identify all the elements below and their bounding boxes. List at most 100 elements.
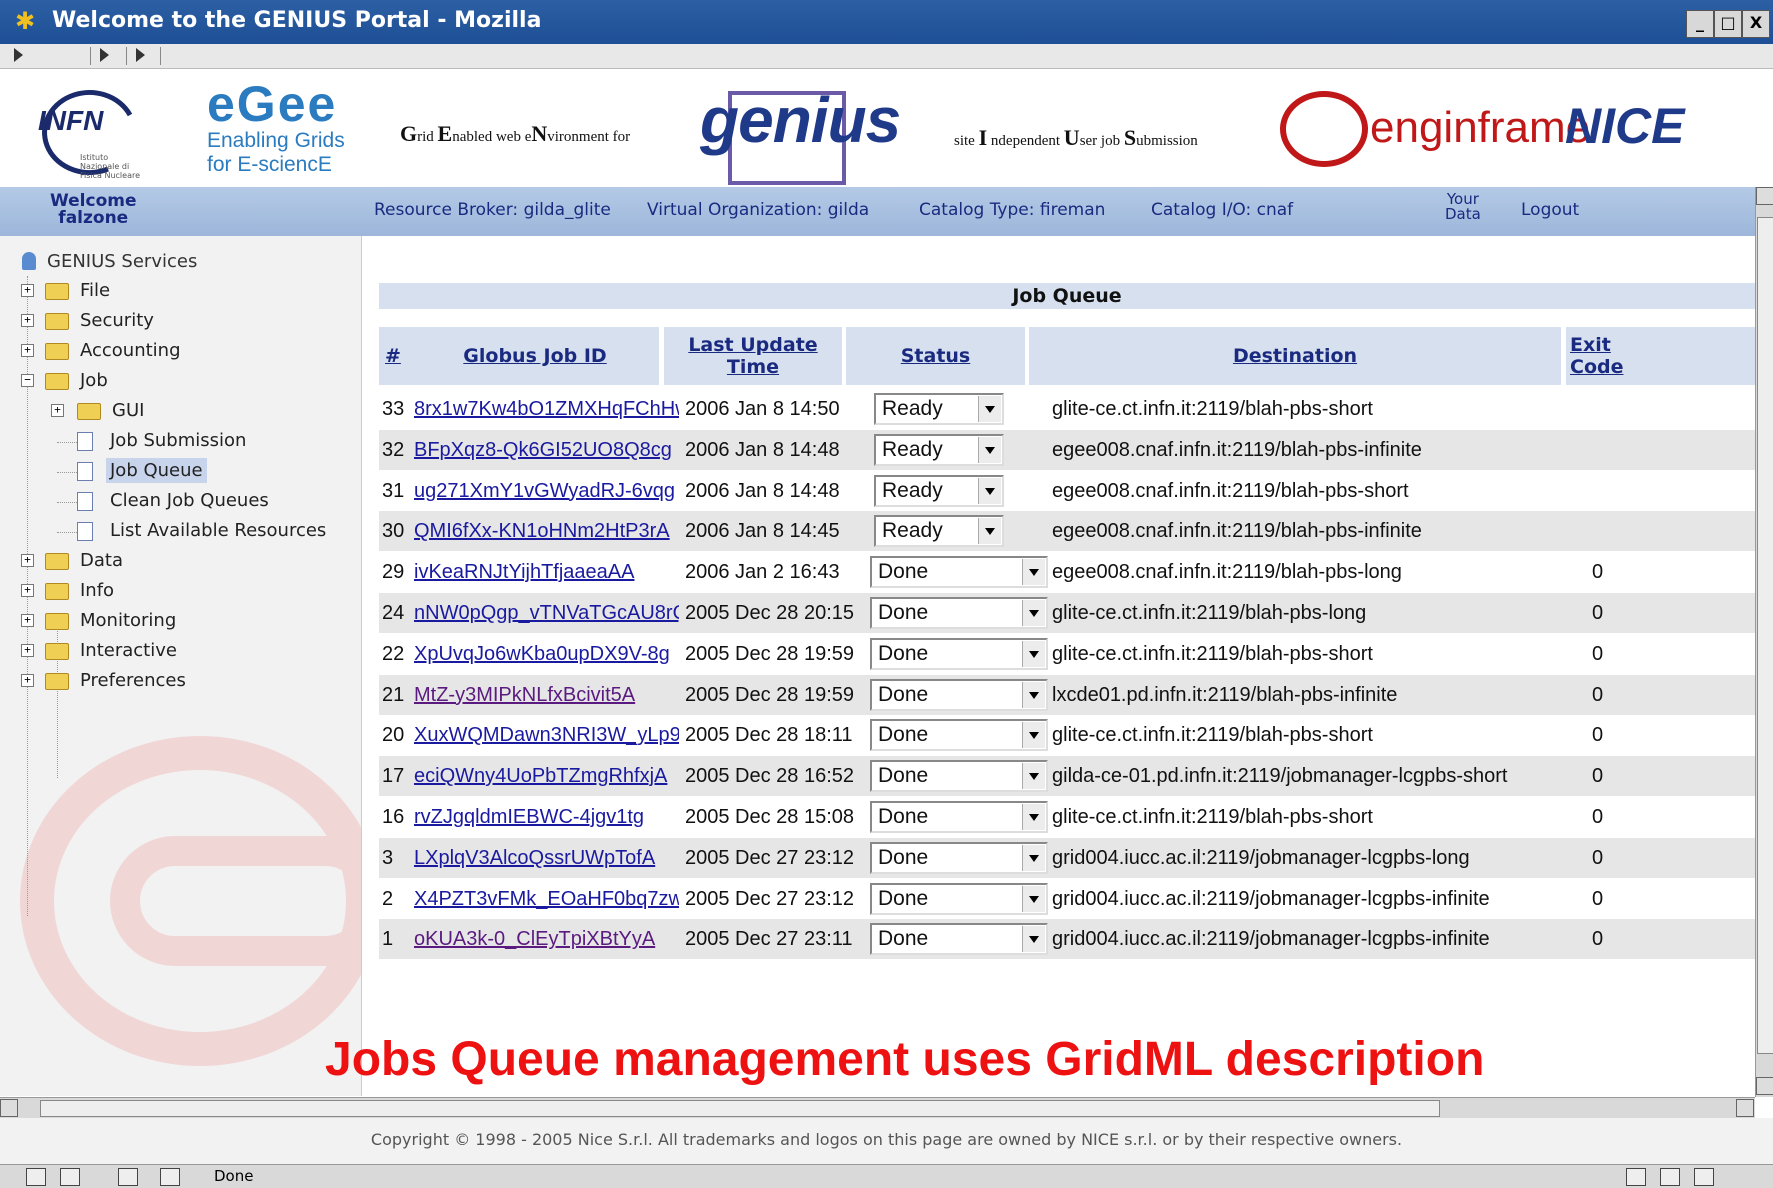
tree-item-accounting[interactable]: Accounting (80, 340, 181, 361)
address-book-icon[interactable] (160, 1168, 180, 1186)
maximize-button[interactable]: □ (1714, 10, 1742, 38)
column-header-status[interactable]: Status (846, 327, 1025, 385)
expand-icon[interactable]: + (21, 644, 34, 657)
tree-item-job-queue[interactable]: Job Queue (106, 458, 207, 483)
status-select[interactable]: Ready (874, 474, 1004, 507)
toolbar-collapse-icon[interactable] (136, 48, 145, 62)
job-id-link[interactable]: oKUA3k-0_ClEyTpiXBtYyA (414, 919, 679, 959)
close-button[interactable]: X (1742, 10, 1770, 38)
expand-icon[interactable]: + (21, 284, 34, 297)
status-select[interactable]: Done (870, 760, 1048, 793)
tree-item-file[interactable]: File (80, 280, 110, 301)
job-id-link[interactable]: nNW0pQgp_vTNVaTGcAU8rQ (414, 593, 679, 633)
chevron-down-icon[interactable] (1022, 804, 1045, 830)
scroll-down-icon[interactable] (1756, 1077, 1773, 1095)
column-header-last-update[interactable]: Last Update Time (664, 327, 842, 385)
tree-item-job-submission[interactable]: Job Submission (110, 430, 246, 451)
last-update-time: 2005 Dec 27 23:11 (685, 928, 853, 951)
column-header-num[interactable]: # (379, 327, 412, 385)
status-select[interactable]: Ready (874, 515, 1004, 548)
column-header-job-id[interactable]: Globus Job ID (411, 327, 659, 385)
toolbar-separator (90, 47, 91, 65)
status-select[interactable]: Done (870, 882, 1048, 915)
chevron-down-icon[interactable] (1022, 640, 1045, 667)
chevron-down-icon[interactable] (978, 518, 1001, 545)
tree-item-interactive[interactable]: Interactive (80, 640, 177, 661)
scroll-right-icon[interactable] (1736, 1099, 1754, 1117)
job-id-link[interactable]: X4PZT3vFMk_EOaHF0bq7zw (414, 879, 679, 919)
expand-icon[interactable]: + (21, 554, 34, 567)
expand-icon[interactable]: + (51, 404, 64, 417)
expand-icon[interactable]: + (21, 674, 34, 687)
tree-item-clean-job-queues[interactable]: Clean Job Queues (110, 490, 269, 511)
job-id-link[interactable]: LXplqV3AlcoQssrUWpTofA (414, 838, 679, 878)
last-update-time: 2005 Dec 28 19:59 (685, 642, 855, 665)
navigator-icon[interactable] (26, 1168, 46, 1186)
tree-item-monitoring[interactable]: Monitoring (80, 610, 176, 631)
chevron-down-icon[interactable] (1022, 600, 1045, 626)
toolbar-collapse-icon[interactable] (14, 48, 23, 62)
expand-icon[interactable]: + (21, 314, 34, 327)
logout-link[interactable]: Logout (1521, 200, 1579, 220)
chevron-down-icon[interactable] (1022, 559, 1045, 586)
scroll-left-icon[interactable] (0, 1099, 18, 1117)
chevron-down-icon[interactable] (978, 477, 1001, 504)
scroll-up-icon[interactable] (1756, 187, 1773, 205)
status-select[interactable]: Done (870, 841, 1048, 874)
exit-code-value: 0 (1592, 561, 1604, 584)
status-select[interactable]: Done (870, 556, 1048, 589)
job-id-link[interactable]: MtZ-y3MIPkNLfxBcivit5A (414, 675, 679, 715)
column-header-exit-code[interactable]: Exit Code (1566, 327, 1755, 385)
job-number: 20 (382, 724, 405, 747)
job-id-link[interactable]: QMI6fXx-KN1oHNm2HtP3rA (414, 511, 679, 551)
horizontal-scrollbar[interactable] (0, 1097, 1755, 1118)
vertical-scroll-thumb[interactable] (1757, 217, 1773, 1054)
expand-icon[interactable]: + (21, 344, 34, 357)
status-select[interactable]: Done (870, 678, 1048, 711)
destination-value: grid004.iucc.ac.il:2119/jobmanager-lcgpb… (1052, 887, 1490, 910)
minimize-button[interactable]: _ (1686, 10, 1714, 38)
column-header-destination[interactable]: Destination (1029, 327, 1561, 385)
chevron-down-icon[interactable] (1022, 681, 1045, 708)
job-id-link[interactable]: eciQWny4UoPbTZmgRhfxjA (414, 756, 679, 796)
job-id-link[interactable]: ug271XmY1vGWyadRJ-6vqg (414, 471, 679, 511)
status-select[interactable]: Done (870, 719, 1048, 752)
status-select[interactable]: Done (870, 801, 1048, 833)
tree-item-preferences[interactable]: Preferences (80, 670, 186, 691)
expand-icon[interactable]: + (21, 584, 34, 597)
mail-icon[interactable] (60, 1168, 80, 1186)
status-select[interactable]: Done (870, 597, 1048, 629)
chevron-down-icon[interactable] (1022, 926, 1045, 953)
chevron-down-icon[interactable] (1022, 722, 1045, 749)
job-id-link[interactable]: 8rx1w7Kw4bO1ZMXHqFChHw (414, 389, 679, 429)
vertical-scrollbar[interactable] (1755, 187, 1773, 1097)
tree-item-list-available-resources[interactable]: List Available Resources (110, 520, 326, 541)
job-id-link[interactable]: rvZJgqldmIEBWC-4jgv1tg (414, 797, 679, 837)
status-select[interactable]: Ready (874, 393, 1004, 425)
chevron-down-icon[interactable] (1022, 763, 1045, 790)
status-select[interactable]: Done (870, 923, 1048, 956)
toolbar-collapse-icon[interactable] (100, 48, 109, 62)
composer-icon[interactable] (118, 1168, 138, 1186)
collapse-icon[interactable]: − (21, 374, 34, 387)
job-id-link[interactable]: ivKeaRNJtYijhTfjaaeaAA (414, 552, 679, 592)
job-id-link[interactable]: BFpXqz8-Qk6GI52UO8Q8cg (414, 430, 679, 470)
status-select[interactable]: Done (870, 637, 1048, 670)
nice-logo: NICE (1565, 98, 1685, 154)
tree-item-gui[interactable]: GUI (112, 400, 144, 421)
infn-logo-subtext: Istituto Nazionale di Fisica Nucleare (80, 153, 141, 180)
chevron-down-icon[interactable] (978, 436, 1001, 463)
chevron-down-icon[interactable] (1022, 885, 1045, 912)
tree-item-job[interactable]: Job (80, 370, 108, 391)
chevron-down-icon[interactable] (978, 396, 1001, 422)
tree-item-data[interactable]: Data (80, 550, 123, 571)
horizontal-scroll-thumb[interactable] (40, 1100, 1440, 1117)
expand-icon[interactable]: + (21, 614, 34, 627)
your-data-link[interactable]: Your Data (1445, 192, 1481, 222)
tree-item-info[interactable]: Info (80, 580, 114, 601)
chevron-down-icon[interactable] (1022, 844, 1045, 871)
job-id-link[interactable]: XpUvqJo6wKba0upDX9V-8g (414, 634, 679, 674)
status-select[interactable]: Ready (874, 433, 1004, 466)
job-id-link[interactable]: XuxWQMDawn3NRI3W_yLp9g (414, 715, 679, 755)
tree-item-security[interactable]: Security (80, 310, 154, 331)
